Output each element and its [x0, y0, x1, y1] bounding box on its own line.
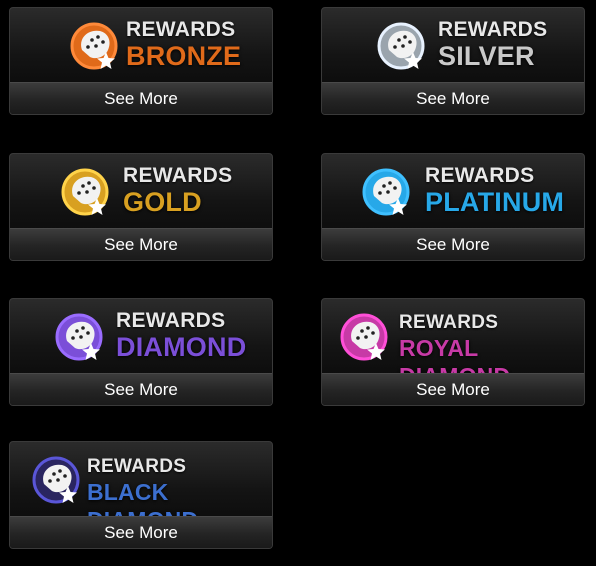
tier-name: SILVER: [438, 41, 535, 71]
card-header: REWARDS PLATINUM: [322, 154, 584, 230]
rewards-heading: REWARDS: [123, 164, 233, 187]
rewards-heading: REWARDS: [438, 18, 548, 41]
see-more-button[interactable]: See More: [322, 373, 584, 405]
see-more-button[interactable]: See More: [10, 373, 272, 405]
rewards-card-platinum: REWARDS PLATINUM See More: [321, 153, 585, 261]
rewards-heading: REWARDS: [399, 312, 499, 333]
cheetah-star-icon: [53, 311, 105, 363]
rewards-heading: REWARDS: [425, 164, 535, 187]
rewards-card-black-diamond: REWARDS BLACK DIAMOND See More: [9, 441, 273, 549]
rewards-card-silver: REWARDS SILVER See More: [321, 7, 585, 115]
cheetah-star-icon: [68, 20, 120, 72]
tier-name: BRONZE: [126, 41, 242, 71]
rewards-heading: REWARDS: [87, 456, 187, 477]
card-header: REWARDS SILVER: [322, 8, 584, 84]
cheetah-star-icon: [59, 166, 111, 218]
card-header: REWARDS BRONZE: [10, 8, 272, 84]
rewards-card-gold: REWARDS GOLD See More: [9, 153, 273, 261]
rewards-card-diamond: REWARDS DIAMOND See More: [9, 298, 273, 406]
cheetah-star-icon: [30, 454, 82, 506]
cheetah-star-icon: [338, 311, 390, 363]
rewards-heading: REWARDS: [126, 18, 236, 41]
card-header: REWARDS DIAMOND: [10, 299, 272, 375]
cheetah-star-icon: [360, 166, 412, 218]
see-more-button[interactable]: See More: [10, 228, 272, 260]
tier-name: PLATINUM: [425, 187, 565, 217]
rewards-card-royal-diamond: REWARDS ROYAL DIAMOND See More: [321, 298, 585, 406]
card-header: REWARDS ROYAL DIAMOND: [322, 299, 584, 389]
card-header: REWARDS BLACK DIAMOND: [10, 442, 272, 533]
cheetah-star-icon: [375, 20, 427, 72]
tier-name: GOLD: [123, 187, 202, 217]
tier-name: DIAMOND: [116, 332, 247, 362]
card-header: REWARDS GOLD: [10, 154, 272, 230]
rewards-card-bronze: REWARDS BRONZE See More: [9, 7, 273, 115]
see-more-button[interactable]: See More: [322, 228, 584, 260]
see-more-button[interactable]: See More: [10, 82, 272, 114]
see-more-button[interactable]: See More: [322, 82, 584, 114]
rewards-heading: REWARDS: [116, 309, 226, 332]
see-more-button[interactable]: See More: [10, 516, 272, 548]
